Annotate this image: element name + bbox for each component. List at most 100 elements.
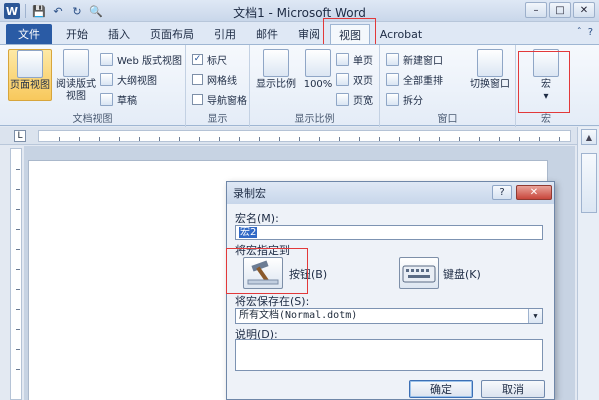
reading-view-label-2: 视图 [66,91,86,102]
gridlines-checkbox[interactable]: 网格线 [192,71,237,87]
one-page-icon [336,52,349,66]
group-window: 新建窗口 全部重排 拆分 切换窗口 窗口 [380,45,516,127]
gridlines-check-icon [192,73,203,85]
new-window-label: 新建窗口 [403,55,443,67]
ruler-check-icon: ✓ [192,53,203,65]
description-textarea[interactable] [235,339,543,371]
new-window-icon [386,52,399,66]
vruler-tick [16,329,20,330]
tab-home[interactable]: 开始 [60,24,94,44]
vruler-tick [16,189,20,190]
reading-view-icon [63,49,89,77]
ruler-tick [539,137,540,141]
switch-window-icon [477,49,503,77]
tab-mailings[interactable]: 邮件 [250,24,284,44]
zoom-label: 显示比例 [256,79,296,90]
outline-view-button[interactable]: 大纲视图 [100,71,157,87]
tab-acrobat[interactable]: Acrobat [376,24,426,44]
split-button[interactable]: 拆分 [386,91,423,107]
dialog-title-bar: 录制宏 ? ✕ [227,182,554,204]
page-view-icon [17,50,43,78]
vertical-scrollbar[interactable]: ▲ [577,127,599,400]
web-view-button[interactable]: Web 版式视图 [100,51,182,67]
zoom-button[interactable]: 显示比例 [254,49,298,91]
tab-selector-button[interactable]: L [14,130,26,142]
ok-button[interactable]: 确定 [409,380,473,398]
vruler-tick [16,369,20,370]
dialog-close-button[interactable]: ✕ [516,185,552,200]
page-width-label: 页宽 [353,95,373,107]
page-view-button[interactable]: 页面视图 [8,49,52,101]
ruler-checkbox[interactable]: ✓ 标尺 [192,51,227,67]
ruler-bar[interactable] [38,130,571,142]
ruler-tick [59,137,60,141]
macro-name-label: 宏名(M): [235,212,279,225]
split-label: 拆分 [403,95,423,107]
macro-button[interactable]: 宏 ▾ [524,49,568,103]
store-macro-select[interactable]: 所有文档(Normal.dotm) ▼ [235,308,543,324]
horizontal-ruler: L [0,127,599,145]
vruler-tick [16,349,20,350]
ruler-tick [139,137,140,141]
gridlines-label: 网格线 [207,75,237,87]
close-button[interactable]: ✕ [573,2,595,18]
macro-label: 宏 [541,79,551,90]
help-icon[interactable]: ? [588,27,593,38]
hammer-icon [247,260,279,285]
macro-name-input[interactable]: 宏2 [235,225,543,240]
ruler-tick [379,137,380,141]
tab-review[interactable]: 审阅 [292,24,326,44]
button-assign-icon[interactable] [243,257,283,289]
arrange-all-label: 全部重排 [403,75,443,87]
ruler-tick [439,137,440,141]
switch-window-button[interactable]: 切换窗口 [468,49,512,91]
ruler-tick [399,137,400,141]
cancel-button[interactable]: 取消 [481,380,545,398]
reading-view-label-1: 阅读版式 [56,79,96,90]
web-view-icon [100,52,113,66]
new-window-button[interactable]: 新建窗口 [386,51,443,67]
scroll-thumb[interactable] [581,153,597,213]
one-page-button[interactable]: 单页 [336,51,373,67]
page-100-icon [305,49,331,77]
ribbon: 页面视图 阅读版式 视图 Web 版式视图 大纲视图 草稿 文档视图 ✓ 标尺 … [0,44,599,127]
arrange-all-icon [386,72,399,86]
page-width-button[interactable]: 页宽 [336,91,373,107]
nav-pane-checkbox[interactable]: 导航窗格 [192,91,247,107]
tab-insert[interactable]: 插入 [102,24,136,44]
window-title: 文档1 - Microsoft Word [233,6,366,20]
button-assign-label[interactable]: 按钮(B) [289,266,327,282]
ruler-tick [99,137,100,141]
ruler-tick [179,137,180,141]
dropdown-arrow-icon[interactable]: ▼ [528,309,542,323]
keyboard-assign-label[interactable]: 键盘(K) [443,266,481,282]
dialog-help-button[interactable]: ? [492,185,512,200]
maximize-button[interactable]: □ [549,2,571,18]
tab-references[interactable]: 引用 [208,24,242,44]
ribbon-tabs: 文件 开始 插入 页面布局 引用 邮件 审阅 视图 Acrobat ˆ ? [0,22,599,44]
split-icon [386,92,399,106]
draft-view-button[interactable]: 草稿 [100,91,137,107]
tab-view[interactable]: 视图 [330,24,370,44]
tab-file[interactable]: 文件 [6,24,52,44]
keyboard-assign-icon[interactable] [399,257,439,289]
ruler-tick [519,137,520,141]
group-label-window: 窗口 [437,114,458,125]
two-page-button[interactable]: 双页 [336,71,373,87]
switch-window-label: 切换窗口 [470,79,510,90]
nav-pane-label: 导航窗格 [207,95,247,107]
reading-view-button[interactable]: 阅读版式 视图 [54,49,98,103]
scroll-up-icon[interactable]: ▲ [581,129,597,145]
ruler-tick [459,137,460,141]
vruler-tick [16,209,20,210]
arrange-all-button[interactable]: 全部重排 [386,71,443,87]
ruler-tick [339,137,340,141]
store-macro-value: 所有文档(Normal.dotm) [239,310,358,321]
ruler-tick [419,137,420,141]
collapse-ribbon-icon[interactable]: ˆ [577,27,582,38]
zoom-100-button[interactable]: 100% [296,49,340,91]
minimize-button[interactable]: – [525,2,547,18]
tab-page-layout[interactable]: 页面布局 [144,24,200,44]
web-view-label: Web 版式视图 [117,55,182,67]
ruler-tick [479,137,480,141]
